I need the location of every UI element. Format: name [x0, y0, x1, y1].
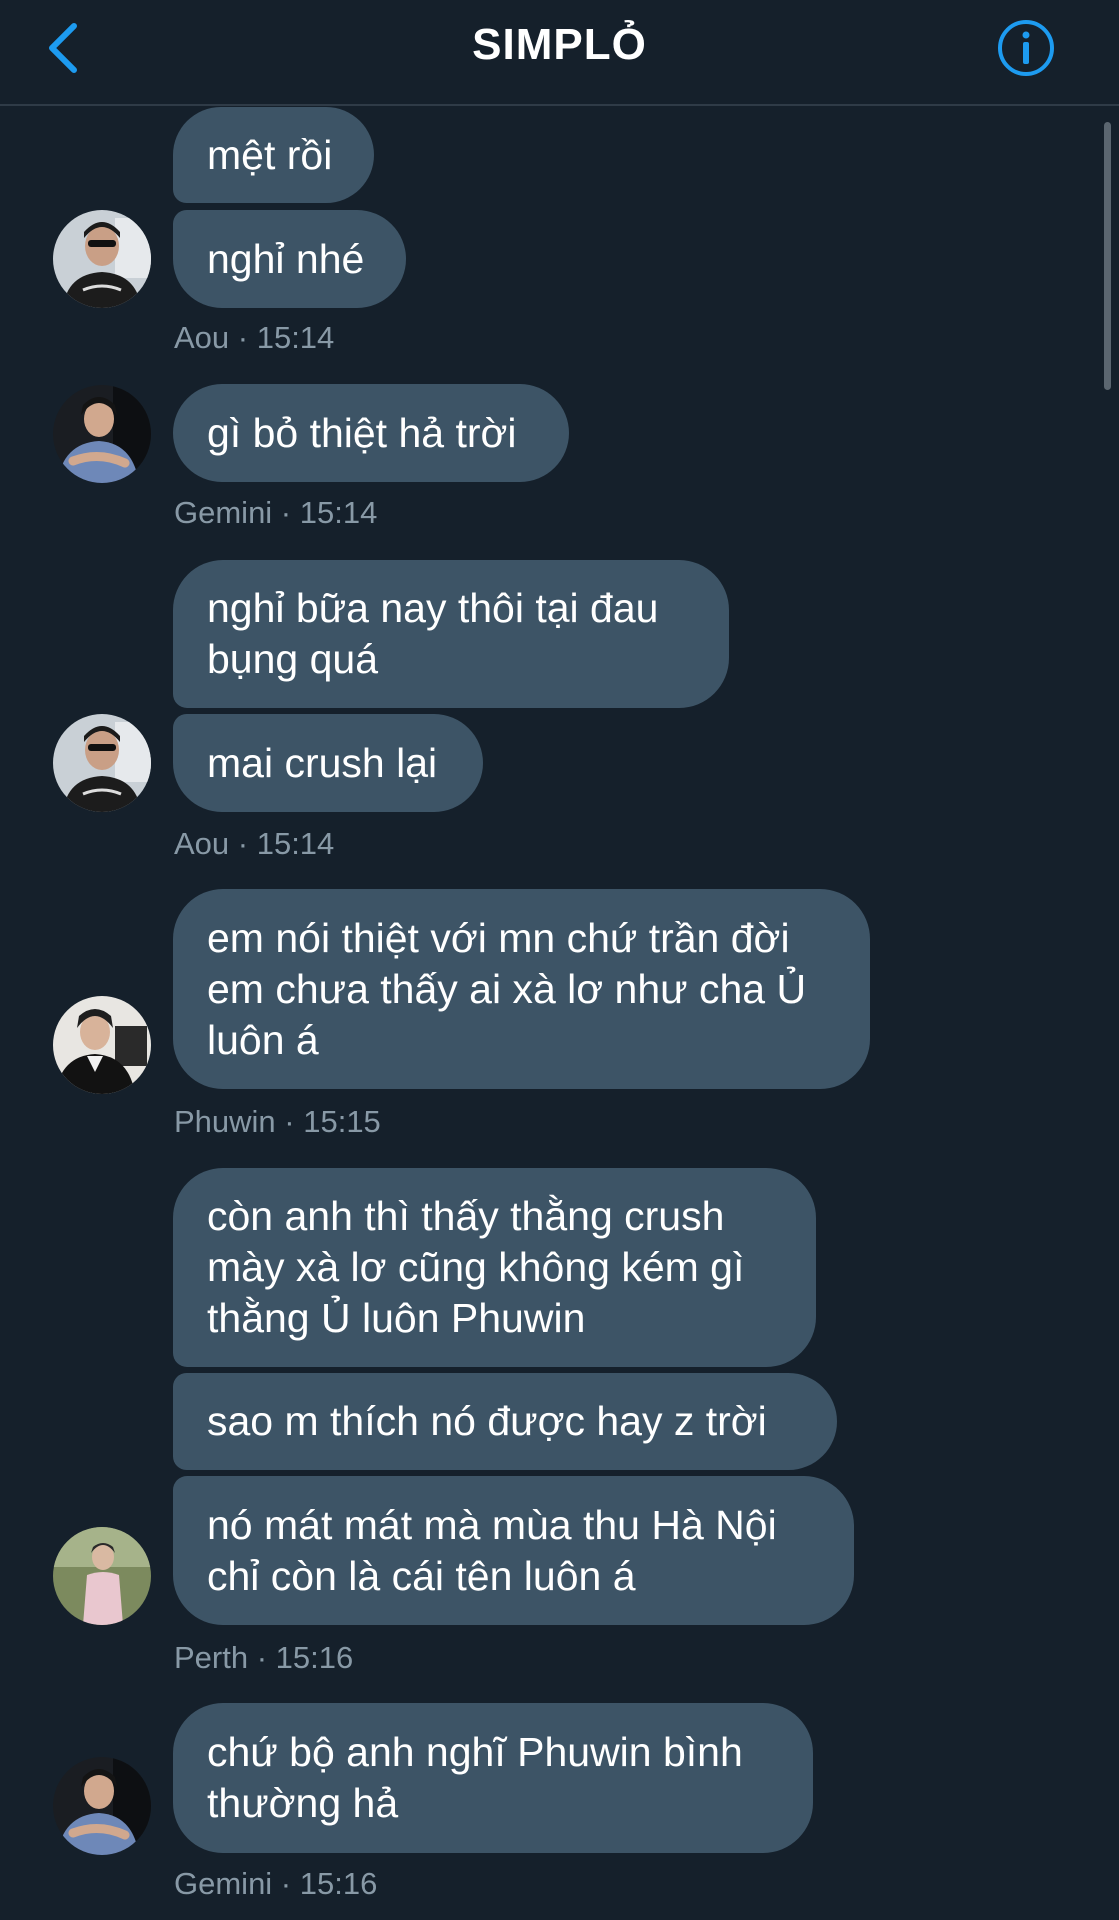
message-text: chứ bộ anh nghĩ Phuwin bình thường hả: [207, 1729, 743, 1826]
message-meta: Perth · 15:16: [174, 1640, 354, 1675]
message-meta: Gemini · 15:16: [174, 1866, 378, 1901]
avatar-aou[interactable]: [53, 210, 151, 308]
message-bubble[interactable]: em nói thiệt với mn chứ trần đời em chưa…: [173, 889, 870, 1089]
message-bubble[interactable]: còn anh thì thấy thằng crush mày xà lơ c…: [173, 1168, 816, 1367]
message-text: sao m thích nó được hay z trời: [207, 1398, 767, 1444]
avatar-gemini[interactable]: [53, 385, 151, 483]
message-bubble[interactable]: mệt rồi: [173, 107, 374, 203]
message-text: gì bỏ thiệt hả trời: [207, 409, 517, 456]
message-bubble[interactable]: chứ bộ anh nghĩ Phuwin bình thường hả: [173, 1703, 813, 1853]
message-bubble[interactable]: nó mát mát mà mùa thu Hà Nội chỉ còn là …: [173, 1476, 854, 1625]
avatar-perth[interactable]: [53, 1527, 151, 1625]
message-meta: Phuwin · 15:15: [174, 1104, 381, 1139]
message-text: mai crush lại: [207, 739, 438, 786]
avatar-phuwin[interactable]: [53, 996, 151, 1094]
message-bubble[interactable]: sao m thích nó được hay z trời: [173, 1373, 837, 1470]
message-meta: Aou · 15:14: [174, 826, 335, 861]
message-list: mệt rồi nghỉ nhé Aou · 15:14 gì bỏ thiệt…: [0, 0, 1119, 1920]
avatar-aou[interactable]: [53, 714, 151, 812]
message-bubble[interactable]: gì bỏ thiệt hả trời: [173, 384, 569, 482]
message-meta: Aou · 15:14: [174, 320, 335, 355]
message-text: còn anh thì thấy thằng crush mày xà lơ c…: [207, 1193, 745, 1341]
avatar-gemini[interactable]: [53, 1757, 151, 1855]
message-text: nghỉ nhé: [207, 235, 365, 282]
message-text: mệt rồi: [207, 131, 333, 178]
message-text: nó mát mát mà mùa thu Hà Nội chỉ còn là …: [207, 1501, 777, 1599]
message-text: em nói thiệt với mn chứ trần đời em chưa…: [207, 914, 807, 1063]
message-text: nghỉ bữa nay thôi tại đau bụng quá: [207, 585, 659, 682]
message-bubble[interactable]: mai crush lại: [173, 714, 483, 812]
message-meta: Gemini · 15:14: [174, 495, 378, 530]
message-bubble[interactable]: nghỉ bữa nay thôi tại đau bụng quá: [173, 560, 729, 708]
message-bubble[interactable]: nghỉ nhé: [173, 210, 406, 308]
